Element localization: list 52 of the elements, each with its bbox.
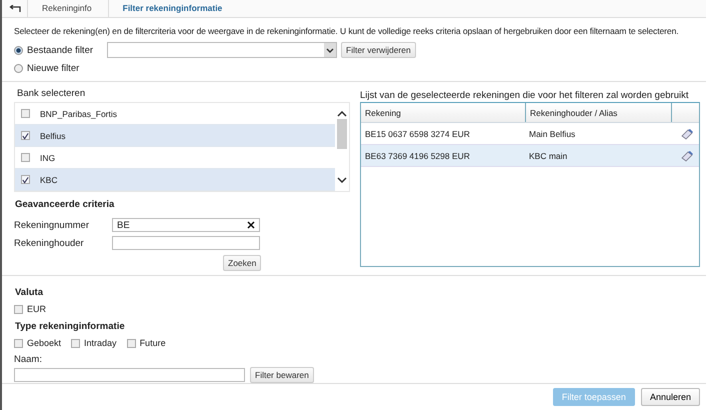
table-cell-text: BE15 0637 6598 3274 EUR bbox=[364, 128, 471, 140]
radio-button[interactable] bbox=[14, 46, 23, 54]
checkbox[interactable] bbox=[71, 338, 80, 348]
search-button[interactable]: Zoeken bbox=[223, 255, 262, 271]
checkbox-label: Intraday bbox=[84, 338, 117, 348]
section-heading: Type rekeninginformatie bbox=[15, 321, 126, 332]
delete-filter-button[interactable]: Filter verwijderen bbox=[341, 42, 416, 58]
column-header: Rekening bbox=[361, 103, 526, 122]
section-heading: Geavanceerde criteria bbox=[15, 199, 116, 210]
field-label: Rekeninghouder bbox=[14, 238, 85, 248]
table-cell-text: BE63 7369 4196 5298 EUR bbox=[364, 150, 471, 162]
intro-text: Selecteer de rekening(en) en de filtercriteria voor de weergave in de rekeninginformatie. U kunt de volledige reeks criteria opslaan of hergebruiken door een filternaam te selecteren. bbox=[14, 25, 678, 37]
back-arrow-icon bbox=[8, 4, 20, 12]
checkbox[interactable] bbox=[21, 131, 30, 140]
caret-icon bbox=[324, 43, 336, 57]
field-label: Rekeningnummer bbox=[14, 220, 90, 230]
filter-dropdown[interactable] bbox=[107, 42, 337, 58]
eraser-icon[interactable] bbox=[680, 150, 694, 162]
checkbox-label: EUR bbox=[27, 304, 46, 314]
table-cell-text: Main Belfius bbox=[528, 128, 576, 140]
bank-list-item[interactable]: KBC bbox=[15, 169, 335, 191]
input-field[interactable] bbox=[112, 236, 260, 250]
checkbox[interactable] bbox=[21, 153, 30, 162]
scroll-up-icon[interactable] bbox=[337, 111, 347, 117]
section-label: Bank selecteren bbox=[17, 88, 86, 99]
breadcrumb-link[interactable]: Rekeninginfo bbox=[28, 0, 109, 17]
radio-label: Bestaande filter bbox=[27, 44, 94, 56]
scrollbar-thumb[interactable] bbox=[337, 119, 347, 149]
bank-list-item[interactable]: Belfius bbox=[15, 125, 335, 147]
eraser-icon[interactable] bbox=[680, 128, 694, 140]
radio-button[interactable] bbox=[14, 64, 23, 72]
input-field[interactable]: BE bbox=[112, 218, 260, 232]
section-label: Lijst van de geselecteerde rekeningen die voor het filteren zal worden gebruikt bbox=[360, 90, 690, 101]
checkbox-label: Future bbox=[140, 338, 166, 348]
checkbox[interactable] bbox=[14, 338, 23, 348]
table-row[interactable]: BE63 7369 4196 5298 EUR KBC main bbox=[361, 145, 699, 167]
checkbox[interactable] bbox=[126, 338, 136, 348]
table-cell-text: KBC main bbox=[528, 150, 568, 162]
clear-icon[interactable] bbox=[247, 221, 255, 229]
cancel-button[interactable]: Annuleren bbox=[640, 388, 700, 406]
section-heading: Valuta bbox=[15, 287, 44, 298]
column-header: Rekeninghouder / Alias bbox=[526, 103, 672, 122]
name-input-field[interactable] bbox=[14, 368, 245, 382]
checkbox[interactable] bbox=[21, 109, 30, 118]
scroll-down-icon[interactable] bbox=[337, 177, 347, 183]
checkbox[interactable] bbox=[14, 304, 23, 314]
checkbox-label: Geboekt bbox=[27, 338, 62, 348]
checkbox[interactable] bbox=[21, 175, 30, 184]
field-label: Naam: bbox=[14, 354, 43, 365]
radio-label: Nieuwe filter bbox=[27, 62, 80, 74]
save-filter-button[interactable]: Filter bewaren bbox=[250, 367, 314, 383]
breadcrumb-link[interactable]: Filter rekeninginformatie bbox=[108, 0, 238, 17]
